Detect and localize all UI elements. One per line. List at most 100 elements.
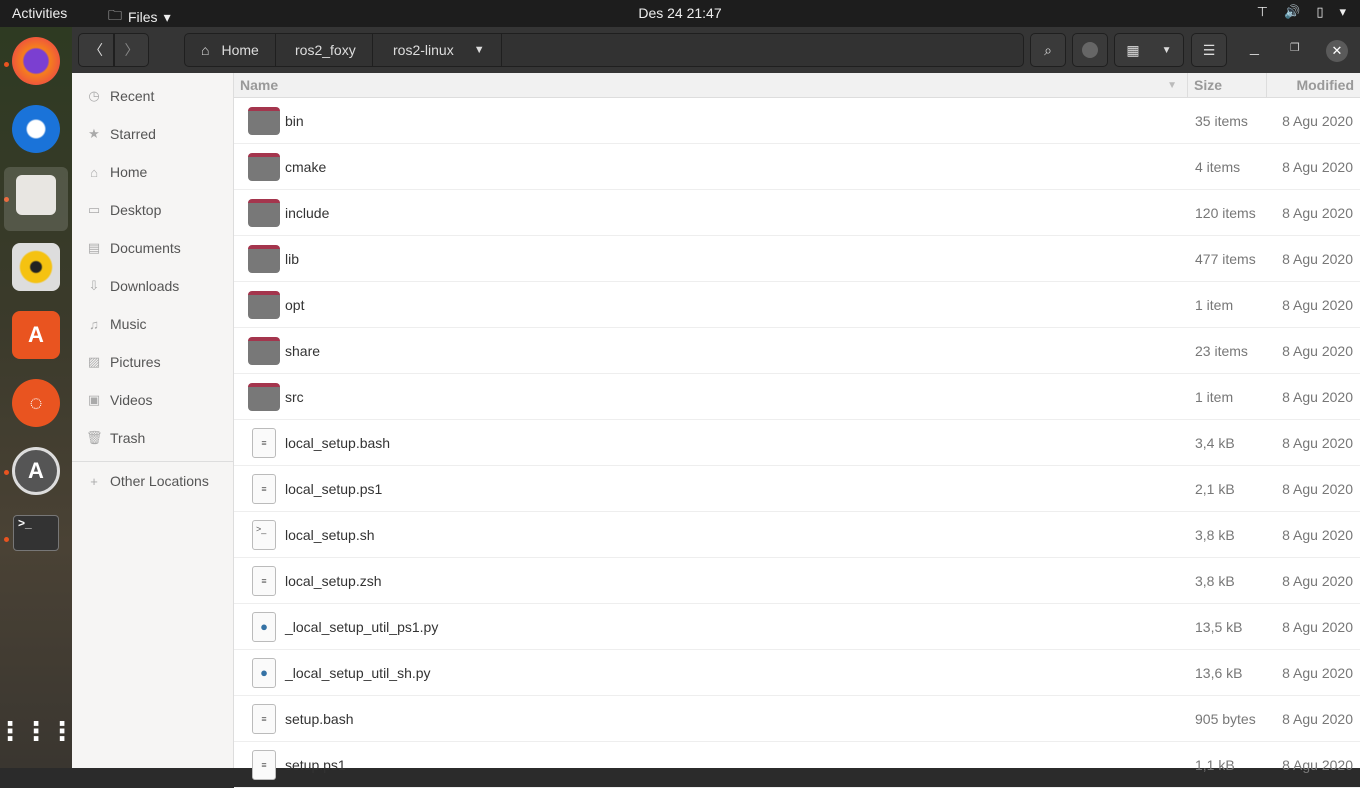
grid-icon: ▦ [1126,41,1140,58]
sidebar-item-documents[interactable]: ▤ Documents [72,229,233,267]
column-header: Name ▼ Size Modified [234,73,1360,98]
software-icon[interactable]: A [12,311,60,359]
pictures-icon: ▨ [87,354,101,369]
sidebar-item-desktop[interactable]: ▭ Desktop [72,191,233,229]
back-button[interactable]: 〈 [78,33,114,67]
sidebar-item-music[interactable]: ♫ Music [72,305,233,343]
files-icon[interactable] [16,175,56,215]
sidebar-item-trash[interactable]: 🗑 Trash [72,419,233,457]
sidebar: ◷ Recent ★ Starred ⌂ Home ▭ Desktop ▤ Documents ⇩ D… [72,73,234,768]
file-row[interactable]: cmake 4 items 8 Agu 2020 [234,144,1360,190]
column-label: Name [240,77,279,93]
sidebar-item-label: Downloads [110,278,180,294]
text-file-icon: ≡ [252,749,276,780]
file-modified: 8 Agu 2020 [1282,388,1353,405]
operations-button[interactable] [1072,33,1108,67]
file-name: src [285,388,304,405]
folder-icon [248,382,280,411]
column-label: Size [1194,77,1223,93]
show-apps-icon[interactable]: ⋮⋮⋮ [0,707,75,755]
file-name: opt [285,296,305,313]
text-file-icon: ≡ [252,473,276,504]
sidebar-item-videos[interactable]: ▣ Videos [72,381,233,419]
file-row[interactable]: opt 1 item 8 Agu 2020 [234,282,1360,328]
file-size: 477 items [1195,250,1256,267]
file-row[interactable]: ≡ local_setup.zsh 3,8 kB 8 Agu 2020 [234,558,1360,604]
column-modified[interactable]: Modified [1267,77,1360,93]
file-size: 35 items [1195,112,1248,129]
hamburger-icon: ☰ [1202,41,1216,58]
folder-icon [248,152,280,181]
text-file-icon: ≡ [252,703,276,734]
file-size: 3,8 kB [1195,526,1235,543]
file-row[interactable]: >_ local_setup.sh 3,8 kB 8 Agu 2020 [234,512,1360,558]
close-button[interactable]: ✕ [1326,40,1348,62]
sidebar-item-pictures[interactable]: ▨ Pictures [72,343,233,381]
music-icon: ♫ [89,316,99,332]
file-modified: 8 Agu 2020 [1282,710,1353,727]
chevron-down-icon: ▼ [473,44,485,56]
file-name: cmake [285,158,327,175]
sidebar-item-label: Desktop [110,202,162,218]
breadcrumb-label: Home [221,42,259,58]
file-row[interactable]: ● _local_setup_util_ps1.py 13,5 kB 8 Agu 20… [234,604,1360,650]
search-button[interactable]: ⌕ [1030,33,1066,67]
maximize-button[interactable]: ❐ [1290,41,1300,54]
rhythmbox-icon[interactable] [12,243,60,291]
clock[interactable]: Des 24 21:47 [0,5,1360,21]
file-row[interactable]: bin 35 items 8 Agu 2020 [234,98,1360,144]
file-row[interactable]: ≡ setup.bash 905 bytes 8 Agu 2020 [234,696,1360,742]
file-name: local_setup.zsh [285,572,382,589]
file-modified: 8 Agu 2020 [1282,250,1353,267]
recent-icon: ◷ [88,88,100,103]
trash-icon: 🗑 [86,430,103,445]
breadcrumb-label: ros2-linux [393,42,454,58]
file-row[interactable]: lib 477 items 8 Agu 2020 [234,236,1360,282]
breadcrumb-ros2-linux[interactable]: ros2-linux ▼ [377,33,502,67]
file-row[interactable]: share 23 items 8 Agu 2020 [234,328,1360,374]
file-modified: 8 Agu 2020 [1282,756,1353,773]
file-modified: 8 Agu 2020 [1282,526,1353,543]
file-size: 4 items [1195,158,1241,175]
minimize-button[interactable]: _ [1250,39,1259,57]
system-tray[interactable]: ⊤ 🔊 ▯ ▾ [1257,4,1346,20]
volume-icon: 🔊 [1284,4,1301,19]
videos-icon: ▣ [87,392,101,407]
sidebar-item-starred[interactable]: ★ Starred [72,115,233,153]
menu-button[interactable]: ☰ [1191,33,1227,67]
folder-icon [248,244,280,273]
sidebar-item-home[interactable]: ⌂ Home [72,153,233,191]
sidebar-item-downloads[interactable]: ⇩ Downloads [72,267,233,305]
file-modified: 8 Agu 2020 [1282,480,1353,497]
breadcrumb-home[interactable]: ⌂ Home [185,33,276,67]
firefox-icon[interactable] [12,37,60,85]
column-size[interactable]: Size [1188,73,1267,97]
column-name[interactable]: Name ▼ [234,73,1188,97]
file-size: 23 items [1195,342,1248,359]
sidebar-item-recent[interactable]: ◷ Recent [72,77,233,115]
search-icon: ⌕ [1044,41,1052,58]
file-row[interactable]: ≡ local_setup.ps1 2,1 kB 8 Agu 2020 [234,466,1360,512]
file-row[interactable]: include 120 items 8 Agu 2020 [234,190,1360,236]
forward-button[interactable]: 〉 [114,33,149,67]
terminal-icon[interactable]: >_ [13,515,59,551]
breadcrumb-ros2-foxy[interactable]: ros2_foxy [279,33,373,67]
sidebar-item-label: Documents [110,240,181,256]
file-row[interactable]: ● _local_setup_util_sh.py 13,6 kB 8 Agu 202… [234,650,1360,696]
thunderbird-icon[interactable] [12,105,60,153]
view-toggle-button[interactable]: ▦ ▼ [1114,33,1184,67]
software-updater-icon[interactable]: A [12,447,60,495]
file-name: setup.ps1 [285,756,346,773]
sidebar-item-label: Starred [110,126,156,142]
ubuntu-icon[interactable]: ◌ [12,379,60,427]
file-size: 905 bytes [1195,710,1256,727]
file-row[interactable]: src 1 item 8 Agu 2020 [234,374,1360,420]
file-row[interactable]: ≡ setup.ps1 1,1 kB 8 Agu 2020 [234,742,1360,788]
file-size: 1 item [1195,388,1234,405]
folder-icon [248,198,280,227]
sidebar-item-label: Pictures [110,354,161,370]
file-row[interactable]: ≡ local_setup.bash 3,4 kB 8 Agu 2020 [234,420,1360,466]
sidebar-item-label: Recent [110,88,155,104]
sidebar-item-other-locations[interactable]: + Other Locations [72,462,233,500]
file-size: 3,4 kB [1195,434,1235,451]
